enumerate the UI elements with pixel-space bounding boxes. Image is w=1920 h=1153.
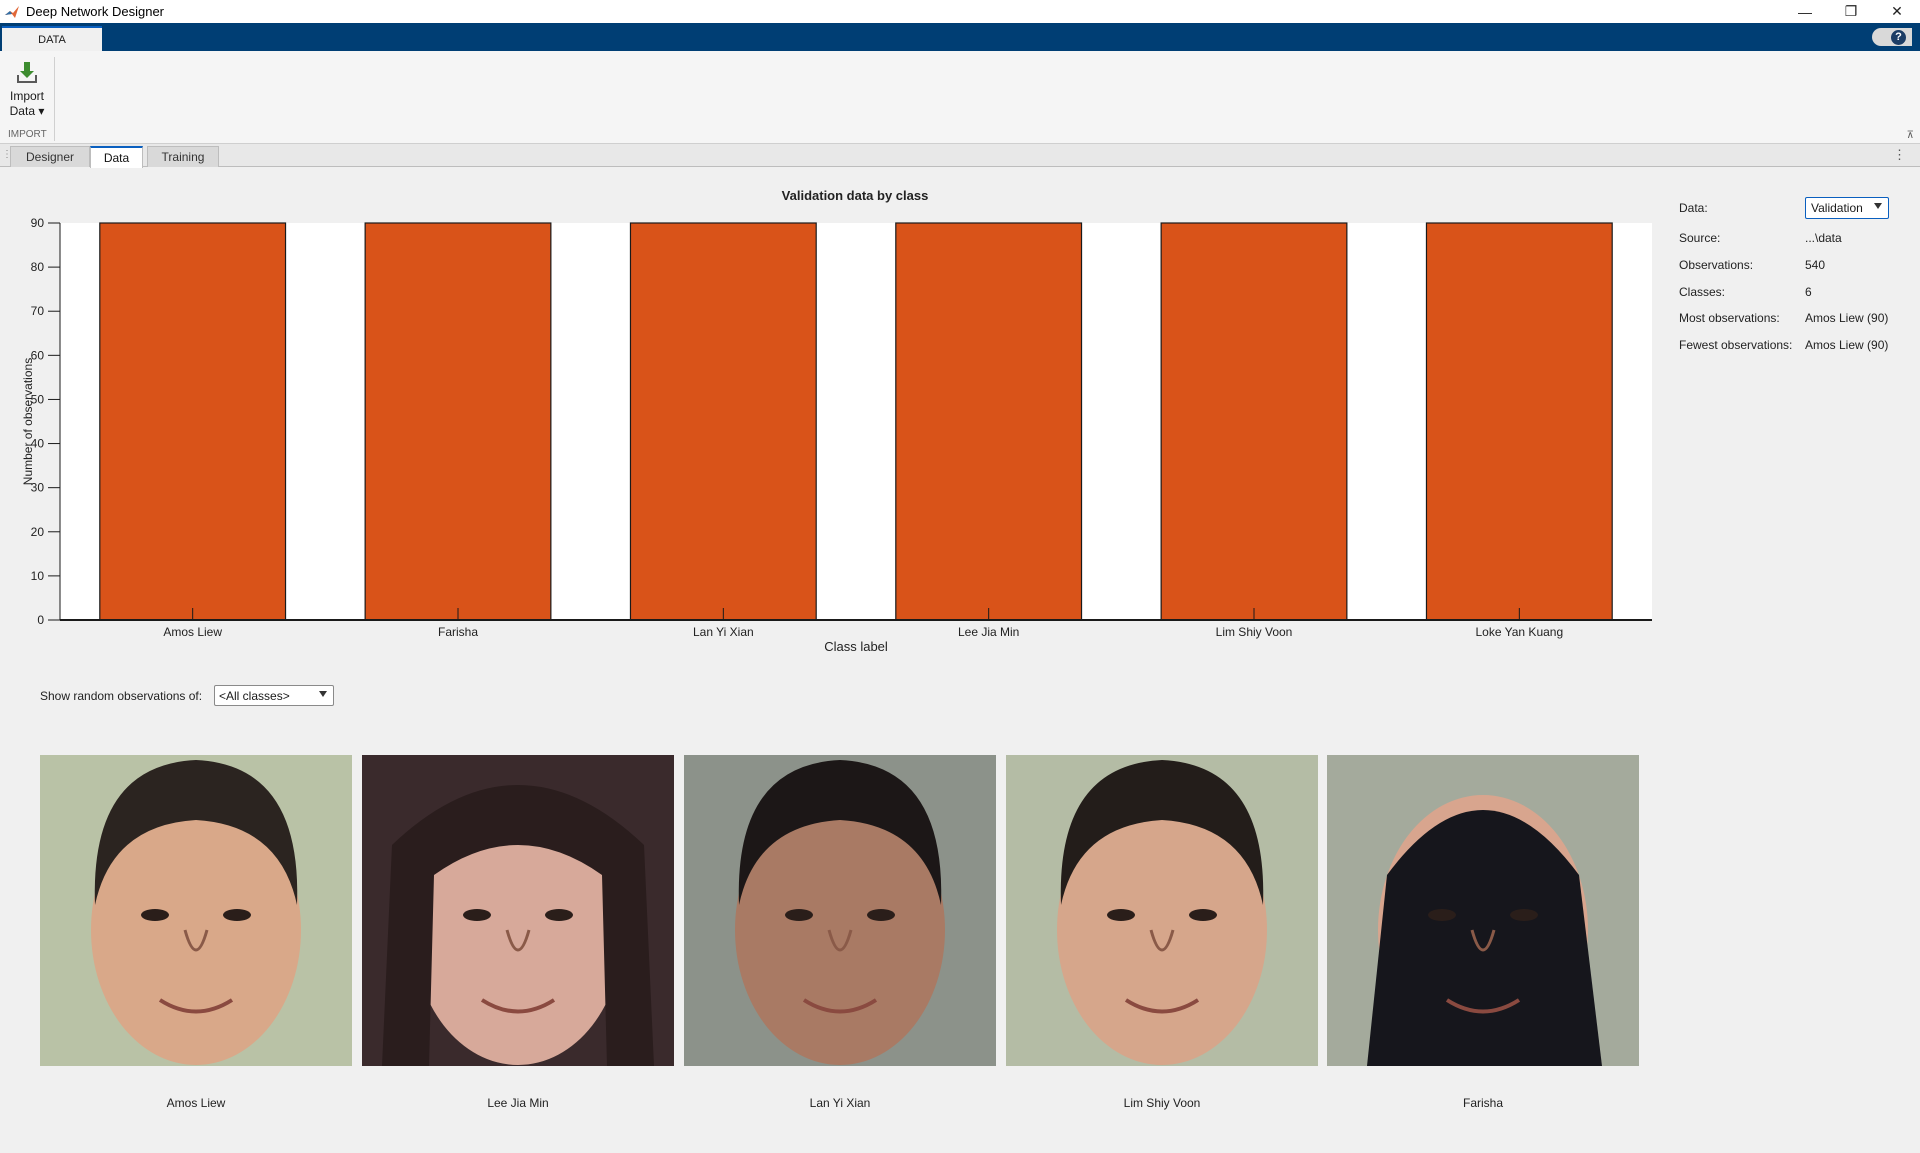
x-tick-label: Lim Shiy Voon [1216, 625, 1293, 639]
y-tick-label: 70 [31, 304, 45, 318]
face-photo [1057, 760, 1267, 1065]
most-observations-label: Most observations: [1679, 311, 1780, 325]
classes-label: Classes: [1679, 285, 1726, 299]
x-tick-label: Amos Liew [163, 625, 222, 639]
plot-area [60, 223, 1652, 620]
import-label-line1: Import [9, 89, 44, 103]
window-title: Deep Network Designer [26, 4, 165, 19]
observation-caption: Farisha [1462, 1096, 1503, 1110]
y-tick-label: 80 [31, 260, 45, 274]
tab-training[interactable]: Training [147, 146, 219, 167]
restore-button[interactable]: ❐ [1828, 0, 1874, 23]
y-tick-label: 10 [31, 569, 45, 583]
import-icon [17, 62, 37, 83]
more-options-icon[interactable]: ⋮ [1893, 147, 1906, 163]
face-photo [735, 760, 945, 1065]
observation-caption: Lee Jia Min [487, 1096, 549, 1110]
help-button[interactable]: ? [1872, 28, 1912, 46]
class-distribution-chart: Amos Liew Farisha Lan Yi Xian Lee Jia Min Li… [21, 216, 1652, 654]
fewest-observations-label: Fewest observations: [1679, 338, 1793, 352]
observation-image [1006, 755, 1318, 1066]
y-tick-label: 0 [37, 613, 44, 627]
chevron-down-icon [319, 691, 327, 697]
import-data-button[interactable]: Import Data ▾ [4, 59, 50, 133]
observation-image [40, 755, 352, 1066]
face-photo [91, 760, 301, 1065]
observation-image [1327, 755, 1639, 1066]
matlab-logo-icon [5, 5, 19, 18]
observations-label: Observations: [1679, 258, 1754, 272]
data-dropdown[interactable]: Validation [1805, 197, 1889, 219]
close-button[interactable]: ✕ [1874, 0, 1920, 23]
bar [629, 222, 817, 621]
class-filter-value: <All classes> [219, 688, 290, 703]
bar [99, 222, 287, 621]
bar [895, 222, 1083, 621]
x-tick-label: Loke Yan Kuang [1476, 625, 1564, 639]
bar [1425, 222, 1613, 621]
fewest-observations-value: Amos Liew (90) [1805, 338, 1889, 352]
face-photo [382, 785, 654, 1066]
minimize-button[interactable]: — [1782, 0, 1828, 23]
group-divider [54, 57, 55, 141]
x-tick-label: Lee Jia Min [958, 625, 1019, 639]
source-value: ...\data [1805, 231, 1842, 245]
show-random-label: Show random observations of: [40, 689, 203, 703]
tab-data-view[interactable]: Data [90, 146, 143, 168]
most-observations-value: Amos Liew (90) [1805, 311, 1889, 325]
observation-caption: Lim Shiy Voon [1123, 1096, 1201, 1110]
classes-value: 6 [1805, 285, 1812, 299]
x-tick-label: Farisha [438, 625, 478, 639]
source-label: Source: [1679, 231, 1721, 245]
data-label: Data: [1679, 201, 1708, 215]
data-dropdown-value: Validation [1811, 201, 1863, 215]
tab-data[interactable]: DATA [2, 26, 102, 51]
import-group-label: IMPORT [8, 129, 47, 140]
tab-designer[interactable]: Designer [10, 146, 90, 167]
observation-caption: Lan Yi Xian [809, 1096, 871, 1110]
class-filter-dropdown[interactable]: <All classes> [214, 685, 334, 706]
title-bar: Deep Network Designer — ❐ ✕ [0, 0, 1920, 23]
y-tick-label: 90 [31, 216, 45, 230]
bar [1160, 222, 1348, 621]
observation-image [362, 755, 674, 1066]
ribbon-toolstrip: Import Data ▾ IMPORT ⊼ [0, 51, 1920, 144]
import-label-line2: Data ▾ [9, 104, 45, 118]
observation-caption: Amos Liew [166, 1096, 226, 1110]
chevron-down-icon [1874, 203, 1882, 209]
observations-value: 540 [1805, 258, 1826, 272]
bar [364, 222, 552, 621]
document-tabs: ⋮ Designer Data Training ⋮ [0, 144, 1920, 168]
help-icon: ? [1891, 29, 1906, 45]
y-tick-label: 20 [31, 525, 45, 539]
face-photo [1367, 795, 1602, 1066]
x-axis-label: Class label [824, 639, 888, 654]
x-tick-label: Lan Yi Xian [693, 625, 754, 639]
y-axis-label: Number of observations [21, 358, 35, 485]
observation-image [684, 755, 996, 1066]
collapse-ribbon-icon[interactable]: ⊼ [1907, 130, 1914, 141]
ribbon-tab-strip: DATA ? [0, 23, 1920, 51]
